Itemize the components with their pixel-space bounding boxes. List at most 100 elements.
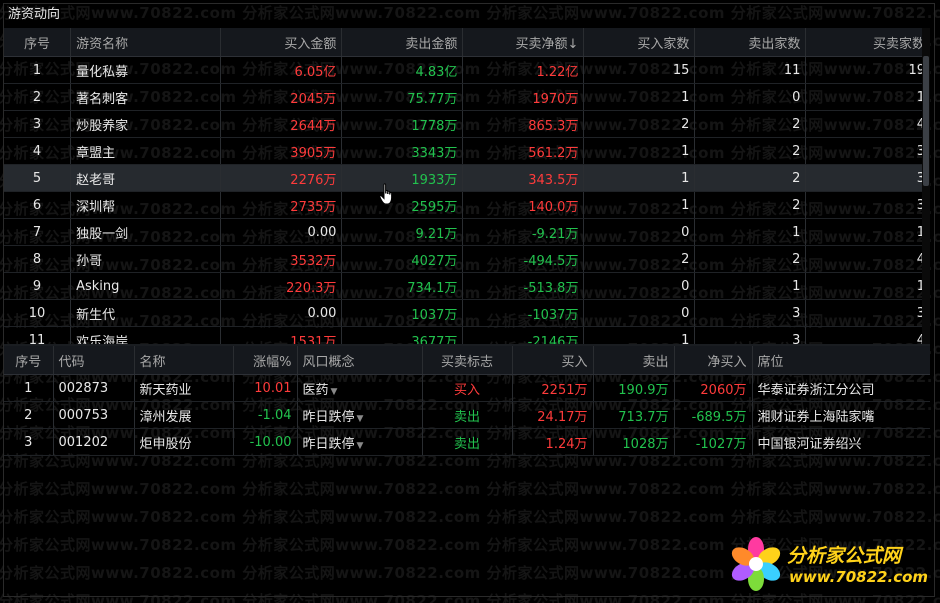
net-amount: -494.5万: [462, 245, 584, 273]
col-header-trade-flag[interactable]: 买卖标志: [421, 346, 512, 375]
trade-flag: 卖出: [421, 428, 512, 456]
trade-flag: 买入: [421, 374, 512, 402]
hot-money-row[interactable]: 3 炒股养家 2644万 1778万 865.3万 2 2 4: [4, 110, 930, 138]
buy-count: 0: [583, 272, 695, 300]
concept-dropdown[interactable]: 昨日跌停 ▼: [296, 428, 422, 456]
col-header-buy-count[interactable]: 买入家数: [583, 28, 695, 57]
col-header-name[interactable]: 游资名称: [70, 28, 221, 57]
col-header-buy[interactable]: 买入: [511, 346, 593, 375]
row-no: 3: [4, 110, 71, 138]
hot-money-row[interactable]: 2 著名刺客 2045万 75.77万 1970万 1 0 1: [4, 83, 930, 111]
seat-name: 华泰证券浙江分公司: [751, 374, 930, 402]
hot-money-row[interactable]: 6 深圳帮 2735万 2595万 140.0万 1 2 3: [4, 191, 930, 219]
buy-count: 1: [583, 191, 695, 219]
hot-money-row[interactable]: 4 章盟主 3905万 3343万 561.2万 1 2 3: [4, 137, 930, 165]
brand-logo: 分析家公式网 www.70822.com: [727, 535, 928, 595]
net-amount: 140.0万: [462, 191, 584, 219]
col-header-net-amount[interactable]: 买卖净额↓: [462, 28, 584, 57]
dropdown-arrow-icon[interactable]: ▼: [357, 414, 364, 424]
net-amount: 343.5万: [462, 164, 584, 192]
sell-count: 2: [694, 110, 806, 138]
seat-name: 中国银河证券绍兴: [751, 428, 930, 456]
buy-amount: 1531万: [220, 326, 342, 344]
hot-money-row[interactable]: 8 孙哥 3532万 4027万 -494.5万 2 2 4: [4, 245, 930, 273]
row-no: 2: [4, 401, 53, 429]
buy-amount: 0.00: [220, 299, 342, 327]
total-count: 4: [805, 326, 930, 344]
col-header-no[interactable]: 序号: [4, 346, 53, 375]
concept-dropdown[interactable]: 昨日跌停 ▼: [296, 401, 422, 429]
hot-money-row[interactable]: 9 Asking 220.3万 734.1万 -513.8万 0 1 1: [4, 272, 930, 300]
hot-money-row[interactable]: 10 新生代 0.00 1037万 -1037万 0 3 3: [4, 299, 930, 327]
concept-dropdown[interactable]: 医药 ▼: [296, 374, 422, 402]
total-count: 3: [805, 137, 930, 165]
row-no: 9: [4, 272, 71, 300]
sell-amount: 2595万: [341, 191, 463, 219]
sell-amount: 75.77万: [341, 83, 463, 111]
sell-count: 2: [694, 164, 806, 192]
hot-money-row[interactable]: 1 量化私募 6.05亿 4.83亿 1.22亿 15 11 19: [4, 56, 930, 84]
stock-code: 000753: [52, 401, 134, 429]
sell-count: 1: [694, 218, 806, 246]
stock-name: 漳州发展: [133, 401, 233, 429]
col-header-buy-amount[interactable]: 买入金额: [220, 28, 342, 57]
buy-amount: 6.05亿: [220, 56, 342, 84]
hot-money-name: 独股一剑: [70, 218, 221, 246]
hot-money-row[interactable]: 11 欢乐海岸 1531万 3677万 -2146万 1 3 4: [4, 326, 930, 344]
buy-amount: 220.3万: [220, 272, 342, 300]
hot-money-table: 序号 游资名称 买入金额 卖出金额 买卖净额↓ 买入家数 卖出家数 买卖家数 1…: [4, 28, 930, 344]
trade-flag: 卖出: [421, 401, 512, 429]
net-amount: 561.2万: [462, 137, 584, 165]
window-title: 游资动向: [8, 7, 61, 22]
concept-label: 昨日跌停: [302, 436, 355, 452]
col-header-concept[interactable]: 风口概念: [296, 346, 422, 375]
row-no: 8: [4, 245, 71, 273]
dropdown-arrow-icon[interactable]: ▼: [357, 441, 364, 451]
net-amount: 865.3万: [462, 110, 584, 138]
sell-count: 2: [694, 191, 806, 219]
scrollbar-thumb[interactable]: [923, 56, 929, 186]
row-no: 1: [4, 374, 53, 402]
col-header-sell-count[interactable]: 卖出家数: [694, 28, 806, 57]
hand-pointer-icon: [379, 183, 393, 205]
change-pct: 10.01: [232, 374, 297, 402]
logo-name: 分析家公式网: [787, 545, 902, 567]
buy-amount: 2276万: [220, 164, 342, 192]
total-count: 1: [805, 83, 930, 111]
buy-count: 1: [583, 326, 695, 344]
stock-name: 炬申股份: [133, 428, 233, 456]
col-header-total-count[interactable]: 买卖家数: [805, 28, 930, 57]
stock-row[interactable]: 1 002873 新天药业 10.01 医药 ▼ 买入 2251万 190.9万 2060万 华泰证…: [4, 374, 930, 402]
col-header-change-pct[interactable]: 涨幅%: [232, 346, 297, 375]
total-count: 3: [805, 191, 930, 219]
col-header-sell-amount[interactable]: 卖出金额: [341, 28, 463, 57]
stock-code: 001202: [52, 428, 134, 456]
col-header-net-buy[interactable]: 净买入: [673, 346, 752, 375]
flower-logo-icon: [731, 537, 781, 591]
net-amount: 1.22亿: [462, 56, 584, 84]
row-no: 7: [4, 218, 71, 246]
sell-count: 2: [694, 137, 806, 165]
vertical-scrollbar[interactable]: [922, 28, 930, 344]
hot-money-name: Asking: [70, 272, 221, 300]
stock-row[interactable]: 2 000753 漳州发展 -1.04 昨日跌停 ▼ 卖出 24.17万 713.7万 -689.…: [4, 401, 930, 429]
buy-amount: 0.00: [220, 218, 342, 246]
buy-count: 1: [583, 83, 695, 111]
row-no: 10: [4, 299, 71, 327]
col-header-no[interactable]: 序号: [4, 28, 71, 57]
buy-value: 1.24万: [511, 428, 593, 456]
buy-amount: 3532万: [220, 245, 342, 273]
col-header-code[interactable]: 代码: [52, 346, 134, 375]
col-header-stock-name[interactable]: 名称: [133, 346, 233, 375]
stock-row[interactable]: 3 001202 炬申股份 -10.00 昨日跌停 ▼ 卖出 1.24万 1028万 -1027万…: [4, 428, 930, 456]
dropdown-arrow-icon[interactable]: ▼: [331, 387, 338, 397]
hot-money-name: 孙哥: [70, 245, 221, 273]
hot-money-row[interactable]: 7 独股一剑 0.00 9.21万 -9.21万 0 1 1: [4, 218, 930, 246]
col-header-sell[interactable]: 卖出: [592, 346, 674, 375]
hot-money-row[interactable]: 5 赵老哥 2276万 1933万 343.5万 1 2 3: [4, 164, 930, 192]
col-header-seat[interactable]: 席位: [751, 346, 930, 375]
buy-count: 2: [583, 245, 695, 273]
sell-amount: 9.21万: [341, 218, 463, 246]
total-count: 19: [805, 56, 930, 84]
hot-money-name: 新生代: [70, 299, 221, 327]
